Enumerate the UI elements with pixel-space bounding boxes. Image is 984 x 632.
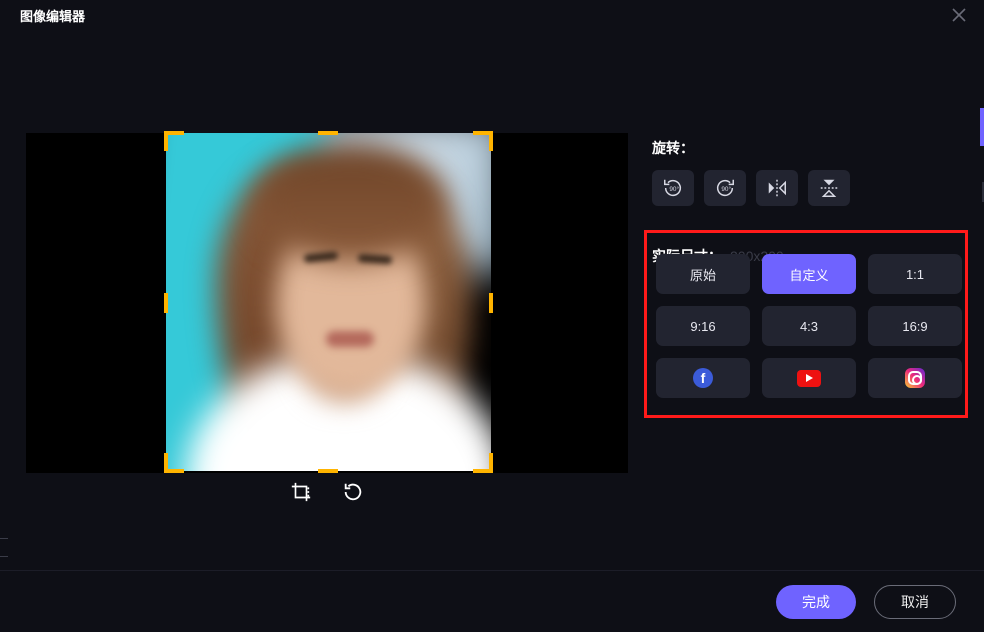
svg-text:90°: 90° (669, 185, 679, 193)
ruler-tick (0, 556, 8, 557)
image-canvas[interactable] (26, 133, 628, 473)
done-button[interactable]: 完成 (776, 585, 856, 619)
accent-strip (980, 108, 984, 146)
crop-handle-right[interactable] (489, 293, 493, 313)
ratio-facebook-button[interactable]: f (656, 358, 750, 398)
ratio-youtube-button[interactable] (762, 358, 856, 398)
instagram-icon (905, 368, 925, 388)
youtube-icon (797, 370, 821, 387)
crop-handle-bottom[interactable] (318, 469, 338, 473)
crop-handle-top-right[interactable] (473, 131, 493, 151)
crop-tool-icon[interactable] (290, 481, 312, 503)
crop-handle-bottom-right[interactable] (473, 453, 493, 473)
cancel-button[interactable]: 取消 (874, 585, 956, 619)
crop-handle-bottom-left[interactable] (164, 453, 184, 473)
rotate-label: 旋转： (652, 138, 962, 158)
flip-horizontal-button[interactable] (756, 170, 798, 206)
rotate-ccw-button[interactable]: 90° (652, 170, 694, 206)
ratio-4-3-button[interactable]: 4:3 (762, 306, 856, 346)
crop-handle-top-left[interactable] (164, 131, 184, 151)
reset-icon[interactable] (342, 481, 364, 503)
window-title: 图像编辑器 (0, 0, 85, 25)
crop-handle-left[interactable] (164, 293, 168, 313)
crop-handle-top[interactable] (318, 131, 338, 135)
svg-text:90°: 90° (721, 185, 731, 193)
rotate-cw-button[interactable]: 90° (704, 170, 746, 206)
ratio-16-9-button[interactable]: 16:9 (868, 306, 962, 346)
ratio-1-1-button[interactable]: 1:1 (868, 254, 962, 294)
ratio-custom-button[interactable]: 自定义 (762, 254, 856, 294)
ratio-9-16-button[interactable]: 9:16 (656, 306, 750, 346)
facebook-icon: f (693, 368, 713, 388)
ratio-instagram-button[interactable] (868, 358, 962, 398)
ruler-tick (0, 538, 8, 539)
close-icon[interactable] (952, 8, 966, 22)
ratio-original-button[interactable]: 原始 (656, 254, 750, 294)
image-preview (166, 133, 491, 471)
flip-vertical-button[interactable] (808, 170, 850, 206)
